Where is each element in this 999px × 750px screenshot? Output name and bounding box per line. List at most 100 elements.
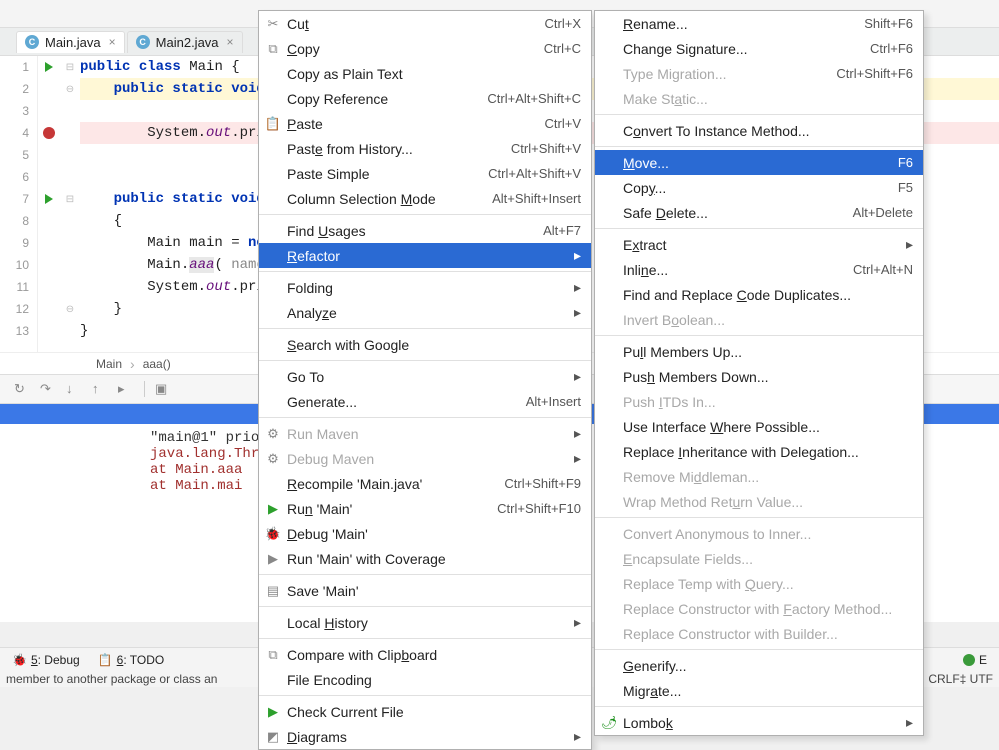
- menu-item[interactable]: Replace Inheritance with Delegation...: [595, 439, 923, 464]
- menu-item[interactable]: Rename...Shift+F6: [595, 11, 923, 36]
- menu-item: ⚙Debug Maven▸: [259, 446, 591, 471]
- step-over-icon[interactable]: ↷: [40, 381, 56, 397]
- menu-item: Wrap Method Return Value...: [595, 489, 923, 514]
- menu-item-label: Debug 'Main': [287, 526, 581, 542]
- menu-item[interactable]: Paste SimpleCtrl+Alt+Shift+V: [259, 161, 591, 186]
- menu-item-label: Replace Constructor with Factory Method.…: [623, 601, 913, 617]
- menu-item-label: Recompile 'Main.java': [287, 476, 504, 492]
- menu-item[interactable]: 🐞Debug 'Main': [259, 521, 591, 546]
- menu-item-label: Safe Delete...: [623, 205, 853, 221]
- menu-item-label: Diagrams: [287, 729, 581, 745]
- menu-item-shortcut: Alt+F7: [543, 223, 581, 238]
- breadcrumb-class[interactable]: Main: [96, 357, 122, 371]
- menu-item[interactable]: Pull Members Up...: [595, 339, 923, 364]
- editor-tab-main[interactable]: C Main.java ×: [16, 31, 125, 53]
- run-icon: ▶: [265, 501, 281, 517]
- rerun-icon[interactable]: ↻: [14, 381, 30, 397]
- menu-item[interactable]: Migrate...: [595, 678, 923, 703]
- tab-label: Main.java: [45, 35, 101, 50]
- toolwin-debug[interactable]: 🐞 5: Debug: [12, 653, 80, 667]
- menu-item[interactable]: Inline...Ctrl+Alt+N: [595, 257, 923, 282]
- breakpoint-icon[interactable]: [43, 127, 55, 139]
- evaluate-icon[interactable]: ▣: [155, 381, 171, 397]
- menu-item[interactable]: ⧉CopyCtrl+C: [259, 36, 591, 61]
- menu-item[interactable]: Copy as Plain Text: [259, 61, 591, 86]
- menu-item[interactable]: Find UsagesAlt+F7: [259, 218, 591, 243]
- menu-item[interactable]: Convert To Instance Method...: [595, 118, 923, 143]
- line-number: 11: [0, 276, 29, 298]
- coverage-icon: ▶: [265, 551, 281, 567]
- class-icon: C: [25, 35, 39, 49]
- menu-item: Remove Middleman...: [595, 464, 923, 489]
- editor-tab-main2[interactable]: C Main2.java ×: [127, 31, 243, 53]
- menu-item-label: Push Members Down...: [623, 369, 913, 385]
- menu-item[interactable]: Use Interface Where Possible...: [595, 414, 923, 439]
- menu-item-label: Find Usages: [287, 223, 543, 239]
- menu-item[interactable]: ▤Save 'Main': [259, 578, 591, 603]
- submenu-arrow-icon: ▸: [574, 247, 581, 264]
- line-number-gutter: 1 2 3 4 5 6 7 8 9 10 11 12 13: [0, 56, 38, 352]
- menu-item[interactable]: ✂CutCtrl+X: [259, 11, 591, 36]
- menu-item-label: Paste Simple: [287, 166, 488, 182]
- menu-item-shortcut: Ctrl+V: [545, 116, 581, 131]
- submenu-arrow-icon: ▸: [574, 728, 581, 745]
- encoding-indicator[interactable]: CRLF‡ UTF: [928, 672, 993, 686]
- menu-item[interactable]: ▶Run 'Main'Ctrl+Shift+F10: [259, 496, 591, 521]
- menu-item[interactable]: Generify...: [595, 653, 923, 678]
- menu-item-label: Go To: [287, 369, 581, 385]
- menu-item[interactable]: Copy...F5: [595, 175, 923, 200]
- breadcrumb-method[interactable]: aaa(): [143, 357, 171, 371]
- menu-item[interactable]: Push Members Down...: [595, 364, 923, 389]
- menu-item[interactable]: Local History▸: [259, 610, 591, 635]
- menu-item[interactable]: ▶Run 'Main' with Coverage: [259, 546, 591, 571]
- menu-item[interactable]: Safe Delete...Alt+Delete: [595, 200, 923, 225]
- menu-item-label: Extract: [623, 237, 913, 253]
- step-into-icon[interactable]: ↓: [66, 381, 82, 397]
- menu-item[interactable]: Copy ReferenceCtrl+Alt+Shift+C: [259, 86, 591, 111]
- menu-item[interactable]: Change Signature...Ctrl+F6: [595, 36, 923, 61]
- menu-item[interactable]: 🌶Lombok▸: [595, 710, 923, 735]
- menu-item[interactable]: Folding▸: [259, 275, 591, 300]
- menu-item[interactable]: Generate...Alt+Insert: [259, 389, 591, 414]
- submenu-arrow-icon: ▸: [574, 425, 581, 442]
- class-icon: C: [136, 35, 150, 49]
- run-gutter-icon[interactable]: [45, 194, 53, 204]
- menu-item[interactable]: File Encoding: [259, 667, 591, 692]
- menu-item[interactable]: Paste from History...Ctrl+Shift+V: [259, 136, 591, 161]
- run-gutter-icon[interactable]: [45, 62, 53, 72]
- menu-item-label: Move...: [623, 155, 898, 171]
- context-menu-editor[interactable]: ✂CutCtrl+X⧉CopyCtrl+CCopy as Plain TextC…: [258, 10, 592, 750]
- menu-item-shortcut: Ctrl+F6: [870, 41, 913, 56]
- menu-item[interactable]: Find and Replace Code Duplicates...: [595, 282, 923, 307]
- event-log-badge[interactable]: E: [963, 653, 987, 667]
- step-out-icon[interactable]: ↑: [92, 381, 108, 397]
- menu-item: Invert Boolean...: [595, 307, 923, 332]
- tab-label: Main2.java: [156, 35, 219, 50]
- menu-item: Replace Temp with Query...: [595, 571, 923, 596]
- menu-item[interactable]: ◩Diagrams▸: [259, 724, 591, 749]
- menu-item[interactable]: Search with Google: [259, 332, 591, 357]
- menu-item[interactable]: Extract▸: [595, 232, 923, 257]
- menu-item-shortcut: Ctrl+Alt+N: [853, 262, 913, 277]
- submenu-arrow-icon: ▸: [574, 304, 581, 321]
- menu-item[interactable]: Recompile 'Main.java'Ctrl+Shift+F9: [259, 471, 591, 496]
- close-icon[interactable]: ×: [227, 35, 234, 49]
- menu-item[interactable]: ⧉Compare with Clipboard: [259, 642, 591, 667]
- menu-item[interactable]: Move...F6: [595, 150, 923, 175]
- menu-item-label: Cut: [287, 16, 545, 32]
- run-to-cursor-icon[interactable]: ▸: [118, 381, 134, 397]
- menu-item[interactable]: Column Selection ModeAlt+Shift+Insert: [259, 186, 591, 211]
- menu-item-shortcut: Ctrl+Shift+F9: [504, 476, 581, 491]
- menu-item[interactable]: 📋PasteCtrl+V: [259, 111, 591, 136]
- menu-item-label: Paste from History...: [287, 141, 511, 157]
- menu-item-label: Encapsulate Fields...: [623, 551, 913, 567]
- menu-item[interactable]: ▶Check Current File: [259, 699, 591, 724]
- menu-item[interactable]: Go To▸: [259, 364, 591, 389]
- toolwin-todo[interactable]: 📋 6: TODO: [98, 653, 165, 667]
- submenu-arrow-icon: ▸: [574, 368, 581, 385]
- menu-item-label: Make Static...: [623, 91, 913, 107]
- close-icon[interactable]: ×: [109, 35, 116, 49]
- context-menu-refactor[interactable]: Rename...Shift+F6Change Signature...Ctrl…: [594, 10, 924, 736]
- menu-item[interactable]: Analyze▸: [259, 300, 591, 325]
- menu-item[interactable]: Refactor▸: [259, 243, 591, 268]
